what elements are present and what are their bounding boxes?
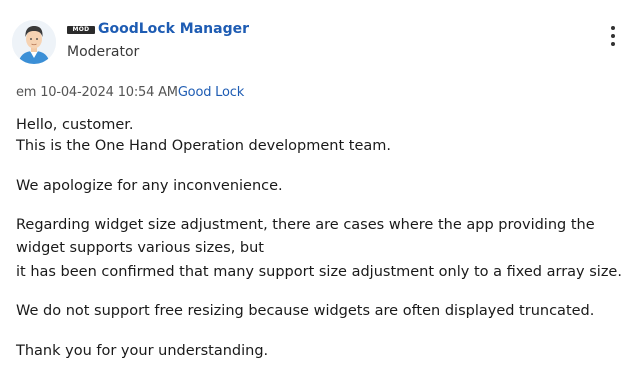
- more-vertical-icon: [611, 26, 615, 30]
- board-link[interactable]: Good Lock: [178, 85, 244, 100]
- resize-note-text: We do not support free resizing because …: [16, 303, 595, 319]
- author-name-link[interactable]: GoodLock Manager: [98, 21, 249, 37]
- post-time: 10:54 AM: [117, 85, 178, 100]
- meta-prefix: em: [16, 85, 37, 100]
- detail-text-line1: Regarding widget size adjustment, there …: [16, 217, 595, 233]
- post-date: 10-04-2024: [40, 85, 114, 100]
- intro-text: This is the One Hand Operation developme…: [16, 138, 392, 154]
- user-avatar-icon[interactable]: [12, 20, 56, 64]
- apology-text: We apologize for any inconvenience.: [16, 178, 283, 194]
- more-options-button[interactable]: [604, 24, 622, 48]
- author-role: Moderator: [67, 44, 140, 60]
- forum-post: MOD GoodLock Manager Moderator em 10-04-…: [0, 0, 626, 371]
- moderator-badge: MOD: [67, 26, 95, 34]
- post-meta: em 10-04-2024 10:54 AMGood Lock: [16, 85, 244, 100]
- greeting-text: Hello, customer.: [16, 117, 134, 133]
- detail-text-line2: widget supports various sizes, but: [16, 240, 264, 256]
- detail-text-line3: it has been confirmed that many support …: [16, 264, 622, 280]
- closing-text: Thank you for your understanding.: [16, 343, 269, 359]
